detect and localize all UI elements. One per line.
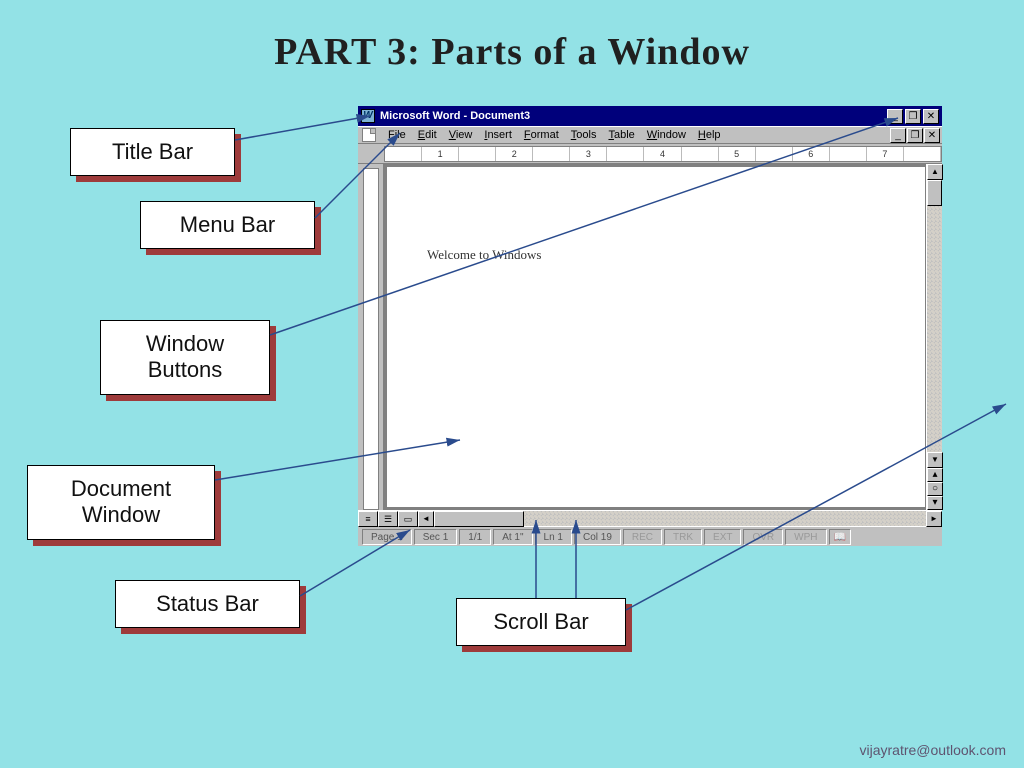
close-button[interactable]: ✕ [923, 109, 939, 124]
vertical-ruler [358, 164, 384, 510]
doc-close-button[interactable]: ✕ [924, 128, 940, 143]
status-page: Page 1 [362, 529, 412, 545]
word-app-icon: W [361, 109, 375, 123]
slide-title: PART 3: Parts of a Window [0, 30, 1024, 74]
view-outline-button[interactable]: ☰ [378, 511, 398, 527]
menu-window[interactable]: Window [641, 129, 692, 141]
status-pages: 1/1 [459, 529, 491, 545]
horizontal-scrollbar[interactable]: ◄ ► [418, 511, 942, 526]
scroll-down-button[interactable]: ▼ [927, 452, 943, 468]
callout-menu-bar: Menu Bar [140, 201, 315, 249]
callout-status-bar: Status Bar [115, 580, 300, 628]
view-normal-button[interactable]: ≡ [358, 511, 378, 527]
menu-file[interactable]: File [382, 129, 412, 141]
callout-window-buttons: Window Buttons [100, 320, 270, 395]
next-page-button[interactable]: ▾ [927, 496, 943, 510]
word-window: W Microsoft Word - Document3 _ ❐ ✕ File … [358, 106, 942, 536]
menu-help[interactable]: Help [692, 129, 727, 141]
menubar: File Edit View Insert Format Tools Table… [358, 126, 942, 144]
footer-email: vijayratre@outlook.com [860, 742, 1007, 758]
status-ovr: OVR [743, 529, 783, 545]
document-area: Welcome to Windows ▲ ▼ ▴ ○ ▾ [358, 164, 942, 510]
doc-minimize-button[interactable]: _ [890, 128, 906, 143]
status-ext: EXT [704, 529, 741, 545]
menu-tools[interactable]: Tools [565, 129, 603, 141]
hscroll-thumb[interactable] [434, 511, 524, 527]
menu-edit[interactable]: Edit [412, 129, 443, 141]
scroll-up-button[interactable]: ▲ [927, 164, 943, 180]
menu-format[interactable]: Format [518, 129, 565, 141]
window-buttons-group: _ ❐ ✕ [887, 109, 939, 124]
titlebar-text: Microsoft Word - Document3 [380, 110, 887, 122]
scroll-left-button[interactable]: ◄ [418, 511, 434, 527]
minimize-button[interactable]: _ [887, 109, 903, 124]
menu-insert[interactable]: Insert [478, 129, 518, 141]
browse-object-button[interactable]: ○ [927, 482, 943, 496]
callout-title-bar: Title Bar [70, 128, 235, 176]
hscroll-track[interactable] [434, 511, 926, 526]
document-icon [362, 128, 376, 142]
statusbar: Page 1 Sec 1 1/1 At 1" Ln 1 Col 19 REC T… [358, 526, 942, 546]
status-rec: REC [623, 529, 662, 545]
prev-page-button[interactable]: ▴ [927, 468, 943, 482]
view-page-button[interactable]: ▭ [398, 511, 418, 527]
status-ln: Ln 1 [535, 529, 572, 545]
menu-view[interactable]: View [443, 129, 479, 141]
callout-scroll-bar: Scroll Bar [456, 598, 626, 646]
menu-table[interactable]: Table [602, 129, 640, 141]
horizontal-ruler: 1 2 3 4 5 6 7 [358, 144, 942, 164]
status-trk: TRK [664, 529, 702, 545]
vertical-scrollbar[interactable]: ▲ ▼ ▴ ○ ▾ [926, 164, 942, 510]
horizontal-scroll-row: ≡ ☰ ▭ ◄ ► [358, 510, 942, 526]
document-page[interactable]: Welcome to Windows [386, 166, 926, 508]
status-col: Col 19 [574, 529, 621, 545]
callout-document-window: Document Window [27, 465, 215, 540]
titlebar[interactable]: W Microsoft Word - Document3 _ ❐ ✕ [358, 106, 942, 126]
document-text: Welcome to Windows [427, 247, 541, 262]
status-at: At 1" [493, 529, 532, 545]
doc-restore-button[interactable]: ❐ [907, 128, 923, 143]
status-sec: Sec 1 [414, 529, 458, 545]
vscroll-track[interactable] [927, 206, 942, 452]
maximize-button[interactable]: ❐ [905, 109, 921, 124]
scroll-right-button[interactable]: ► [926, 511, 942, 527]
status-wph: WPH [785, 529, 826, 545]
status-book-icon: 📖 [829, 529, 851, 545]
vscroll-thumb[interactable] [927, 180, 942, 206]
